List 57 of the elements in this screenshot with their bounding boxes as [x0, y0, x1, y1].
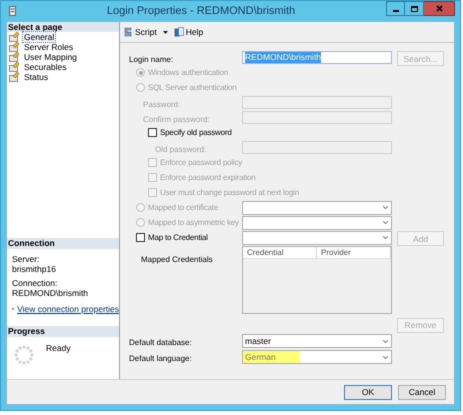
dropdown-value: German	[243, 351, 300, 363]
server-label: Server:	[12, 254, 40, 264]
checkbox-label: Map to Credential	[148, 232, 208, 244]
page-item[interactable]: Securables	[22, 61, 69, 73]
page-icon	[9, 72, 20, 82]
checkbox-label: Enforce password policy	[160, 156, 242, 168]
field-label: Confirm password:	[143, 114, 210, 124]
page-item[interactable]: User Mapping	[22, 51, 79, 63]
window-icon	[9, 6, 16, 16]
field-label: Default database:	[129, 338, 192, 347]
radio-label: Windows authentication	[148, 66, 228, 78]
minimize-button[interactable]	[386, 1, 405, 16]
connection-properties-link[interactable]: View connection properties	[17, 304, 119, 314]
checkbox-label: Enforce password expiration	[160, 172, 256, 184]
grid-label: Mapped Credentials	[141, 255, 213, 264]
section-heading: Select a page	[8, 20, 62, 34]
dialog-button[interactable]: OK	[344, 384, 392, 400]
dropdown[interactable]: German	[242, 350, 392, 364]
radio-label: Mapped to asymmetric key	[148, 216, 239, 228]
radio-label: Mapped to certificate	[148, 202, 218, 214]
script-icon	[123, 27, 133, 37]
progress-status: Ready	[46, 342, 71, 355]
dropdown[interactable]: master	[242, 334, 392, 348]
page-item[interactable]: General	[22, 31, 56, 43]
field-label: Password:	[143, 100, 180, 108]
field-value: REDMOND\brismith	[245, 52, 322, 63]
section-heading: Connection	[8, 237, 55, 250]
progress-spinner-icon	[14, 345, 34, 365]
toolbar-button[interactable]: Help	[174, 26, 204, 38]
column-header[interactable]: Credential	[243, 247, 317, 258]
help-icon	[174, 27, 184, 37]
caret-icon	[162, 30, 168, 34]
column-header[interactable]: Provider	[317, 247, 391, 258]
checkbox[interactable]	[136, 233, 145, 242]
close-icon	[436, 5, 442, 12]
field-label: Login name:	[129, 54, 174, 64]
window-title: Login Properties - REDMOND\brismith	[106, 4, 296, 19]
maximize-button[interactable]	[405, 1, 424, 16]
page-icon	[9, 42, 20, 52]
server-name: brismithp16	[12, 264, 57, 274]
checkbox-label: User must change password at next login	[160, 186, 299, 198]
checkbox-label: Specify old password	[160, 126, 232, 138]
page-icon	[9, 52, 20, 62]
page-item[interactable]: Server Roles	[22, 41, 76, 53]
dropdown-value: master	[245, 335, 271, 347]
dialog-button[interactable]: Cancel	[398, 384, 446, 400]
field-label: Old password:	[155, 144, 206, 154]
dropdown[interactable]	[242, 230, 392, 244]
connection-name: REDMOND\brismith	[12, 288, 90, 298]
toolbar-button[interactable]: Script	[123, 26, 168, 38]
page-icon	[9, 62, 20, 72]
radio-label: SQL Server authentication	[148, 82, 237, 94]
field-label: Default language:	[129, 354, 192, 363]
page-item[interactable]: Status	[22, 71, 50, 83]
connection-label: Connection:	[12, 278, 58, 288]
section-heading: Progress	[8, 325, 45, 338]
close-button[interactable]	[424, 1, 455, 16]
